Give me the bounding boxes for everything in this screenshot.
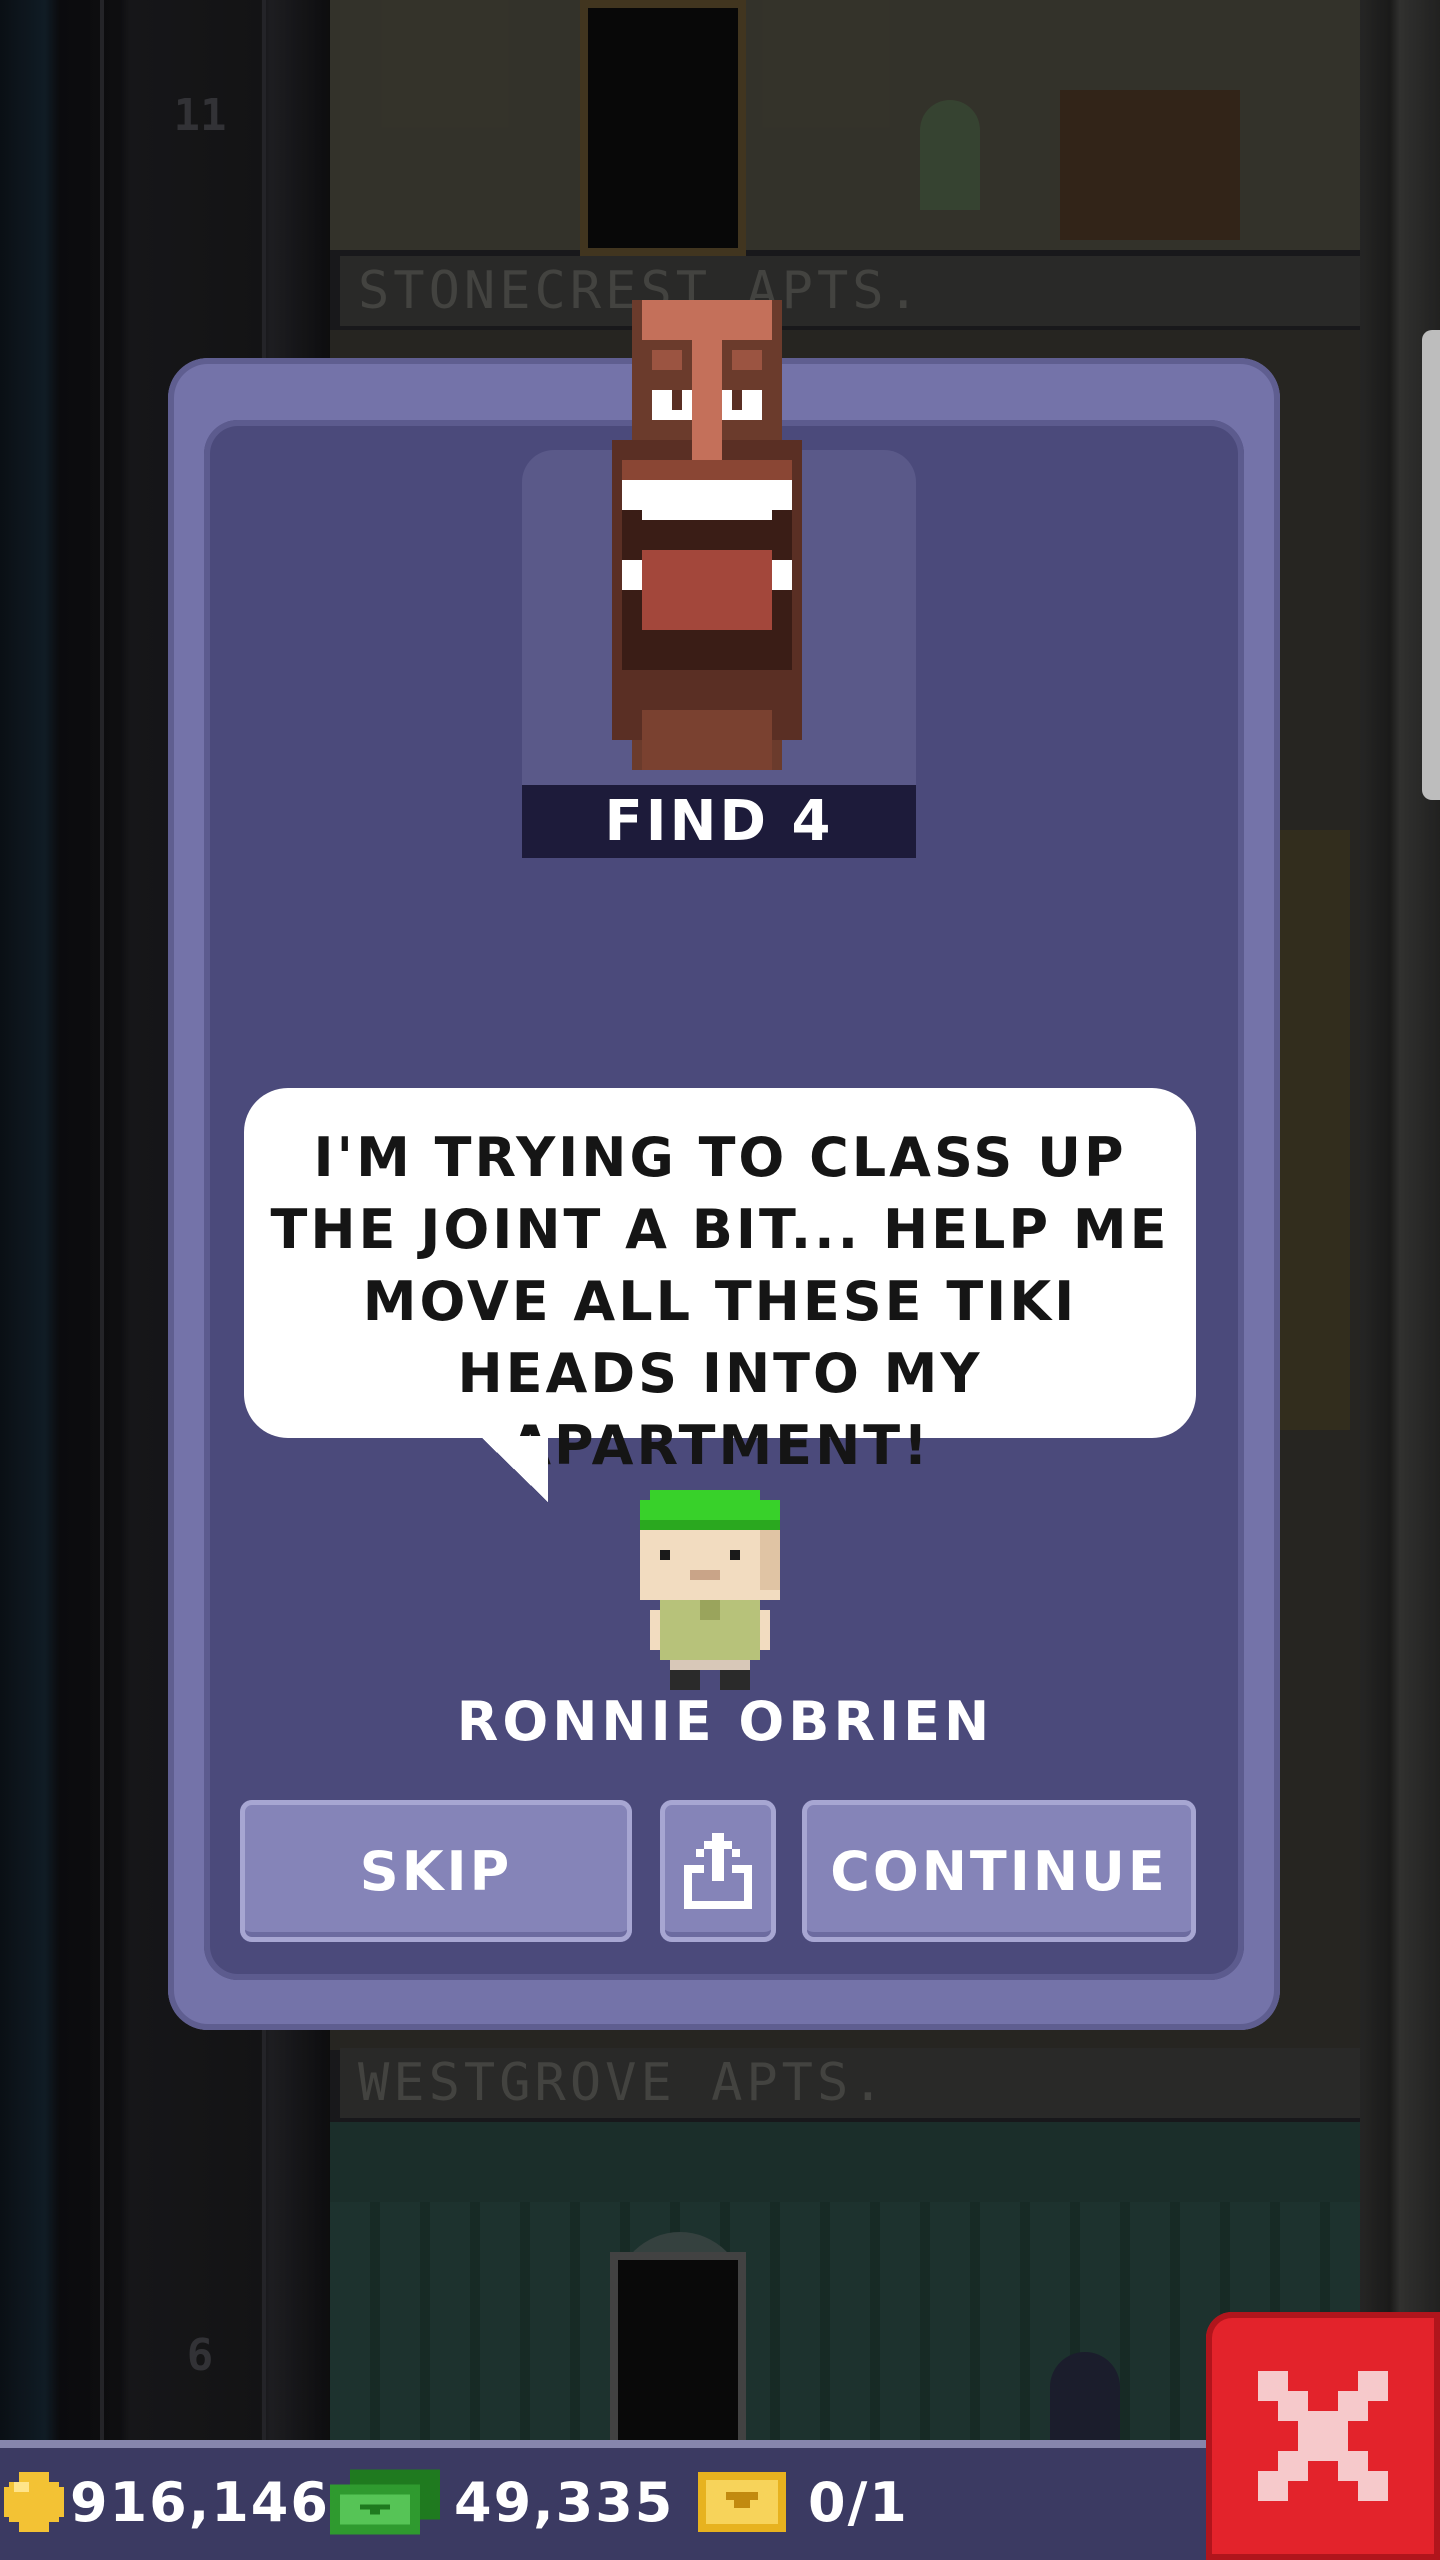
character-name: RONNIE OBRIEN (456, 1690, 994, 1753)
speech-bubble: I'M TRYING TO CLASS UP THE JOINT A BIT..… (244, 1088, 1196, 1477)
skip-button[interactable]: SKIP (240, 1800, 632, 1942)
golden-ticket-icon (698, 2472, 786, 2532)
coin-icon (4, 2472, 64, 2532)
coins-counter: 916,146 (4, 2462, 330, 2542)
character-avatar (640, 1490, 780, 1690)
tickets-counter: 0/1 (698, 2462, 909, 2542)
mission-goal-label: FIND 4 (522, 785, 916, 858)
tiki-head-icon (612, 300, 802, 770)
close-icon (1258, 2371, 1388, 2501)
bux-value: 49,335 (454, 2470, 675, 2534)
close-button[interactable] (1206, 2312, 1440, 2560)
continue-button[interactable]: CONTINUE (802, 1800, 1196, 1942)
bux-icon (330, 2469, 440, 2535)
coins-value: 916,146 (70, 2470, 330, 2534)
share-button[interactable] (660, 1800, 776, 1942)
bux-counter: 49,335 (330, 2462, 674, 2542)
speech-text: I'M TRYING TO CLASS UP THE JOINT A BIT..… (270, 1126, 1170, 1477)
share-icon (684, 1833, 752, 1909)
speech-bubble-tail (480, 1436, 548, 1502)
tickets-value: 0/1 (808, 2470, 909, 2534)
